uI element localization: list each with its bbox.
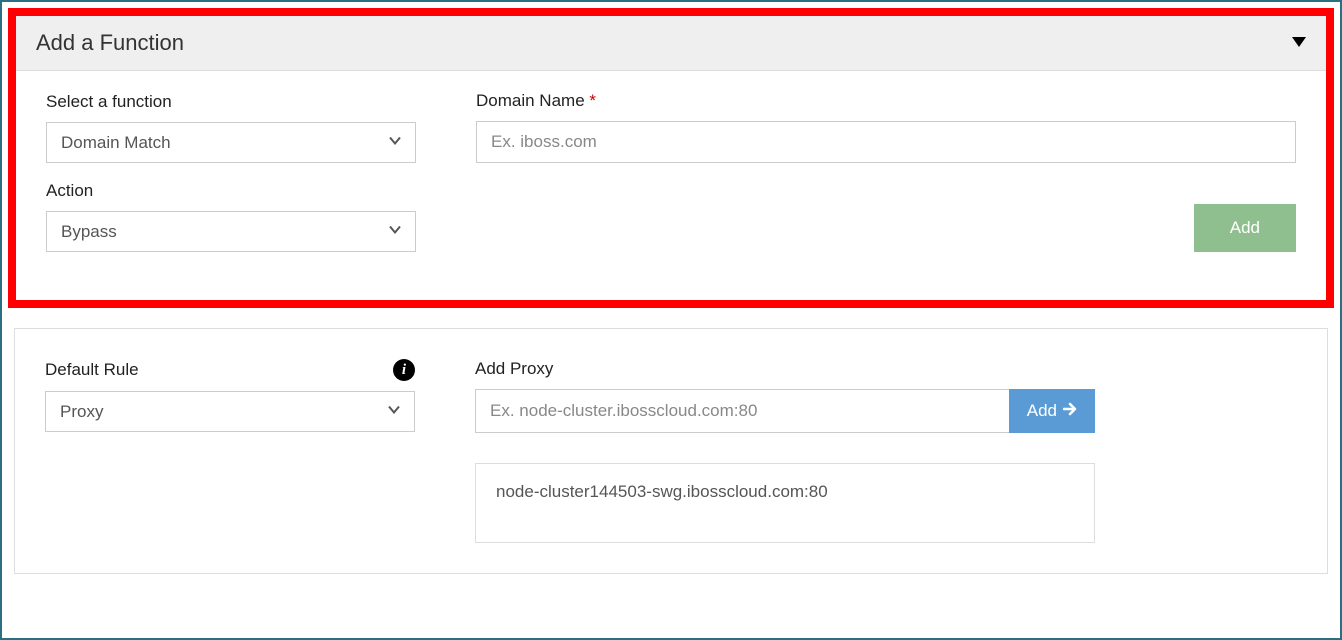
default-rule-dropdown[interactable]: Proxy xyxy=(45,391,415,432)
add-proxy-label: Add Proxy xyxy=(475,359,1297,379)
add-proxy-button[interactable]: Add xyxy=(1009,389,1095,433)
panel-body: Select a function Domain Match Domain Na… xyxy=(16,71,1326,300)
arrow-right-icon xyxy=(1063,401,1077,421)
domain-name-input[interactable] xyxy=(476,121,1296,163)
domain-name-label: Domain Name * xyxy=(476,91,1296,111)
info-icon[interactable]: i xyxy=(393,359,415,381)
panel-title: Add a Function xyxy=(36,30,184,56)
panel-header[interactable]: Add a Function xyxy=(16,16,1326,71)
proxy-list[interactable]: node-cluster144503-swg.ibosscloud.com:80 xyxy=(475,463,1095,543)
required-mark: * xyxy=(589,91,596,110)
add-proxy-input[interactable] xyxy=(475,389,1009,433)
action-label: Action xyxy=(46,181,416,201)
collapse-icon xyxy=(1292,34,1306,52)
select-function-label: Select a function xyxy=(46,92,416,112)
add-function-panel: Add a Function Select a function Domain … xyxy=(8,8,1334,308)
proxy-list-item[interactable]: node-cluster144503-swg.ibosscloud.com:80 xyxy=(496,482,1074,502)
add-function-button[interactable]: Add xyxy=(1194,204,1296,252)
default-rule-label: Default Rule xyxy=(45,360,139,380)
select-function-dropdown[interactable]: Domain Match xyxy=(46,122,416,163)
proxy-section: Default Rule i Proxy Add Proxy xyxy=(14,328,1328,574)
main-container: Add a Function Select a function Domain … xyxy=(0,0,1342,640)
action-dropdown[interactable]: Bypass xyxy=(46,211,416,252)
